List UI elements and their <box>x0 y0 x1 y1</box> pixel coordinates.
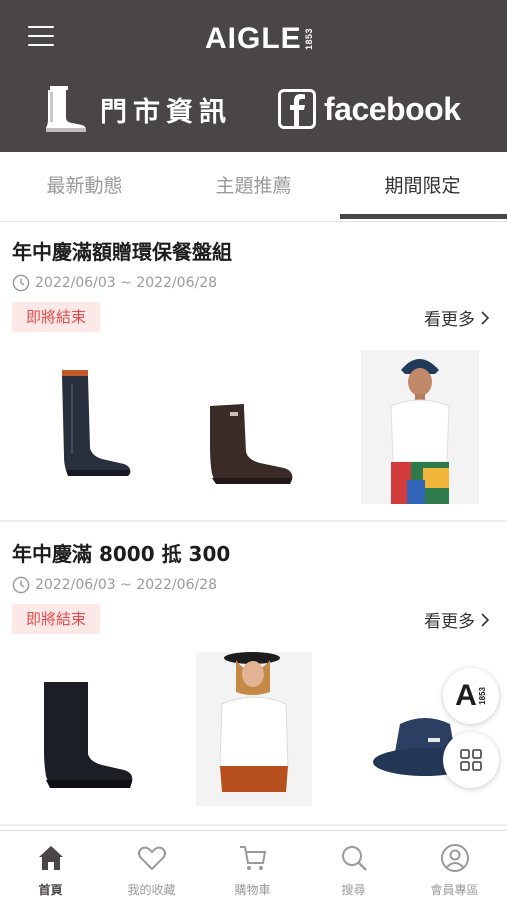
product-short-black-rain-boot[interactable] <box>30 672 140 794</box>
brand-name: AIGLE <box>205 22 302 55</box>
nav-favorites-label: 我的收藏 <box>127 883 176 897</box>
cart-icon <box>240 846 267 870</box>
store-info-link[interactable]: 門市資訊 <box>42 84 232 134</box>
category-tabs: 最新動態 主題推薦 期間限定 <box>0 152 507 222</box>
short-black-rain-boot-icon <box>44 682 133 788</box>
promotion-card: 年中慶滿 8000 抵 300 2022/06/03 ~ 2022/06/28 … <box>0 522 507 824</box>
facebook-link[interactable]: facebook <box>278 88 461 130</box>
heart-icon <box>138 846 166 871</box>
brand-logo[interactable]: AIGLE 1853 <box>205 22 314 56</box>
promotion-date: 2022/06/03 ~ 2022/06/28 <box>12 274 217 292</box>
promotion-title[interactable]: 年中慶滿 8000 抵 300 <box>12 538 230 567</box>
home-icon <box>39 846 63 870</box>
brand-year: 1853 <box>303 27 314 51</box>
see-more-link[interactable]: 看更多 <box>424 305 489 330</box>
nav-search-label: 搜尋 <box>341 883 366 897</box>
brand-letter: A <box>455 679 477 712</box>
grid-icon <box>460 749 482 771</box>
nav-home-label: 首頁 <box>38 883 63 897</box>
nav-member-label: 會員專區 <box>430 883 479 897</box>
white-tee-model-photo <box>361 350 479 504</box>
tab-limited-time[interactable]: 期間限定 <box>338 152 507 222</box>
facebook-f-icon <box>278 89 316 129</box>
promotion-date-text: 2022/06/03 ~ 2022/06/28 <box>35 577 218 593</box>
product-tall-rain-boot[interactable] <box>40 364 140 484</box>
user-icon <box>441 844 469 872</box>
grid-menu-button[interactable] <box>443 732 499 788</box>
promotion-date: 2022/06/03 ~ 2022/06/28 <box>12 576 217 594</box>
nav-cart[interactable]: 購物車 <box>202 831 303 900</box>
chevron-right-icon <box>481 612 489 627</box>
store-info-label: 門市資訊 <box>100 96 232 128</box>
product-white-shirt[interactable] <box>196 652 312 806</box>
promotion-card: 年中慶滿額贈環保餐盤組 2022/06/03 ~ 2022/06/28 即將結束… <box>0 222 507 520</box>
nav-favorites[interactable]: 我的收藏 <box>101 831 202 900</box>
nav-search[interactable]: 搜尋 <box>303 831 404 900</box>
nav-cart-label: 購物車 <box>234 883 271 897</box>
product-short-rain-boot[interactable] <box>198 392 302 492</box>
ending-soon-badge: 即將結束 <box>12 302 101 332</box>
bottom-navigation: 首頁 我的收藏 購物車 搜尋 會員專區 <box>0 830 507 900</box>
brand-shortcut-button[interactable]: A 1853 <box>443 668 499 724</box>
nav-home[interactable]: 首頁 <box>0 831 101 900</box>
active-tab-indicator <box>340 214 507 219</box>
rain-boot-icon <box>46 86 86 132</box>
section-divider <box>0 824 507 826</box>
chevron-right-icon <box>481 310 489 325</box>
white-shirt-model-photo <box>196 652 312 806</box>
clock-icon <box>12 576 30 594</box>
tab-featured[interactable]: 主題推薦 <box>169 152 338 222</box>
nav-member[interactable]: 會員專區 <box>404 831 505 900</box>
tall-rain-boot-icon <box>62 370 131 476</box>
promotion-date-text: 2022/06/03 ~ 2022/06/28 <box>35 275 218 291</box>
promotion-title[interactable]: 年中慶滿額贈環保餐盤組 <box>12 236 232 265</box>
see-more-label: 看更多 <box>424 612 475 632</box>
short-rain-boot-icon <box>210 404 293 484</box>
product-white-tee[interactable] <box>361 350 479 504</box>
facebook-label: facebook <box>324 90 461 127</box>
ending-soon-badge: 即將結束 <box>12 604 101 634</box>
search-icon <box>342 846 367 871</box>
tab-latest-news[interactable]: 最新動態 <box>0 152 169 222</box>
app-header: AIGLE 1853 門市資訊 facebook <box>0 0 507 152</box>
brand-year-small: 1853 <box>477 687 487 705</box>
see-more-label: 看更多 <box>424 310 475 330</box>
clock-icon <box>12 274 30 292</box>
see-more-link[interactable]: 看更多 <box>424 607 489 632</box>
hamburger-menu-icon[interactable] <box>28 26 54 48</box>
